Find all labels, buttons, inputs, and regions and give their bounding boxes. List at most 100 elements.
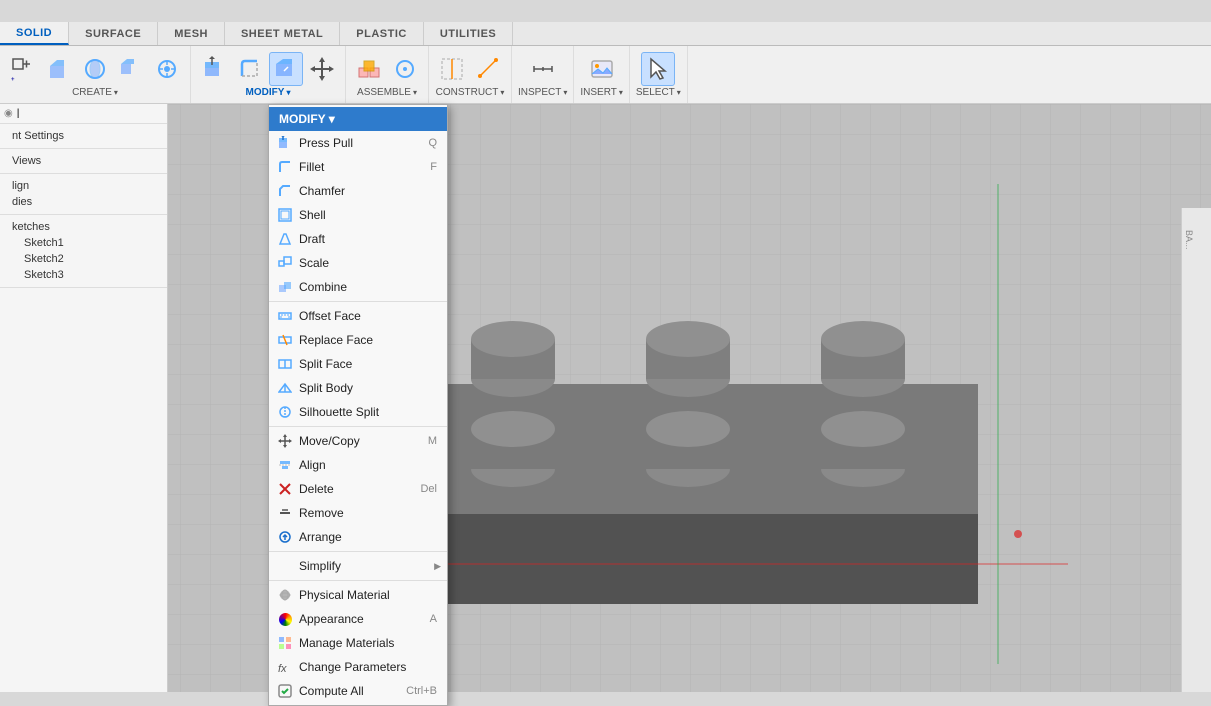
menu-item-fillet[interactable]: Fillet F xyxy=(269,155,447,179)
menu-item-press-pull[interactable]: Press Pull Q xyxy=(269,131,447,155)
toolbar-group-select: SELECT▾ xyxy=(630,46,688,103)
align-icon xyxy=(277,457,293,473)
tab-bar: SOLID SURFACE MESH SHEET METAL PLASTIC U… xyxy=(0,22,1211,46)
delete-shortcut: Del xyxy=(420,483,437,495)
move-copy-label: Move/Copy xyxy=(299,434,360,448)
workspace: BA... xyxy=(0,104,1211,692)
menu-item-split-face[interactable]: Split Face xyxy=(269,352,447,376)
insert-image-icon[interactable] xyxy=(585,52,619,86)
menu-item-physical-material[interactable]: Physical Material xyxy=(269,583,447,607)
new-component-icon[interactable]: + xyxy=(6,52,40,86)
create-label[interactable]: CREATE▾ xyxy=(72,87,118,98)
origin-label: lign xyxy=(12,180,29,192)
menu-sep-2 xyxy=(269,426,447,427)
measure-icon[interactable] xyxy=(526,52,560,86)
chamfer-icon xyxy=(277,183,293,199)
sidebar-item-origin[interactable]: lign xyxy=(8,178,159,194)
insert-label[interactable]: INSERT▾ xyxy=(580,87,623,98)
menu-sep-1 xyxy=(269,301,447,302)
modify-label[interactable]: MODIFY▾ xyxy=(246,87,291,98)
revolve-icon[interactable] xyxy=(78,52,112,86)
select-icon[interactable] xyxy=(641,52,675,86)
menu-item-shell[interactable]: Shell xyxy=(269,203,447,227)
sidebar-item-sketches-header[interactable]: ketches xyxy=(8,219,159,235)
menu-item-change-parameters[interactable]: fx Change Parameters xyxy=(269,655,447,679)
sidebar-item-sketch1[interactable]: Sketch1 xyxy=(8,235,159,251)
inspect-label[interactable]: INSPECT▾ xyxy=(518,87,567,98)
construct-icon1[interactable] xyxy=(435,52,469,86)
construct-icon2[interactable] xyxy=(471,52,505,86)
sketch3-label: Sketch3 xyxy=(24,269,64,281)
sidebar-section-sketches: ketches Sketch1 Sketch2 Sketch3 xyxy=(0,215,167,288)
remove-icon xyxy=(277,505,293,521)
fillet-toolbar-icon[interactable] xyxy=(233,52,267,86)
menu-item-split-body[interactable]: Split Body xyxy=(269,376,447,400)
menu-item-draft[interactable]: Draft xyxy=(269,227,447,251)
menu-item-silhouette-split[interactable]: Silhouette Split xyxy=(269,400,447,424)
compute-all-label: Compute All xyxy=(299,684,364,698)
move-copy-shortcut: M xyxy=(428,435,437,447)
tab-plastic[interactable]: PLASTIC xyxy=(340,22,424,45)
change-parameters-icon: fx xyxy=(277,659,293,675)
split-face-icon xyxy=(277,356,293,372)
modify-active-icon[interactable] xyxy=(269,52,303,86)
menu-item-remove[interactable]: Remove xyxy=(269,501,447,525)
menu-item-replace-face[interactable]: Replace Face xyxy=(269,328,447,352)
draft-label: Draft xyxy=(299,232,325,246)
press-pull-toolbar-icon[interactable] xyxy=(197,52,231,86)
scale-icon xyxy=(277,255,293,271)
press-pull-shortcut: Q xyxy=(428,137,437,149)
split-body-label: Split Body xyxy=(299,381,353,395)
tab-utilities[interactable]: UTILITIES xyxy=(424,22,513,45)
simplify-icon xyxy=(277,558,293,574)
menu-item-delete[interactable]: Delete Del xyxy=(269,477,447,501)
fillet-shortcut: F xyxy=(430,161,437,173)
extrude-icon[interactable] xyxy=(42,52,76,86)
construct-label[interactable]: CONSTRUCT▾ xyxy=(436,87,505,98)
silhouette-split-icon xyxy=(277,404,293,420)
menu-sep-4 xyxy=(269,580,447,581)
sketch2-label: Sketch2 xyxy=(24,253,64,265)
align-label: Align xyxy=(299,458,326,472)
sidebar-section-views: Views xyxy=(0,149,167,174)
create-more-icon[interactable] xyxy=(114,52,148,86)
sidebar-item-settings[interactable]: nt Settings xyxy=(8,128,159,144)
physical-material-label: Physical Material xyxy=(299,588,390,602)
appearance-shortcut: A xyxy=(430,613,437,625)
menu-item-arrange[interactable]: Arrange xyxy=(269,525,447,549)
menu-item-manage-materials[interactable]: Manage Materials xyxy=(269,631,447,655)
tab-surface[interactable]: SURFACE xyxy=(69,22,158,45)
assemble-icon[interactable] xyxy=(352,52,386,86)
sidebar-item-bodies[interactable]: dies xyxy=(8,194,159,210)
assemble-label[interactable]: ASSEMBLE▾ xyxy=(357,87,417,98)
sidebar-item-sketch3[interactable]: Sketch3 xyxy=(8,267,159,283)
remove-label: Remove xyxy=(299,506,344,520)
manage-materials-icon xyxy=(277,635,293,651)
menu-item-scale[interactable]: Scale xyxy=(269,251,447,275)
sidebar-item-views[interactable]: Views xyxy=(8,153,159,169)
tab-sheet-metal[interactable]: SHEET METAL xyxy=(225,22,340,45)
menu-item-align[interactable]: Align xyxy=(269,453,447,477)
menu-item-appearance[interactable]: Appearance A xyxy=(269,607,447,631)
menu-item-offset-face[interactable]: Offset Face xyxy=(269,304,447,328)
arrange-icon xyxy=(277,529,293,545)
menu-item-simplify[interactable]: Simplify xyxy=(269,554,447,578)
menu-item-combine[interactable]: Combine xyxy=(269,275,447,299)
press-pull-label: Press Pull xyxy=(299,136,353,150)
simplify-label: Simplify xyxy=(299,559,341,573)
tab-mesh[interactable]: MESH xyxy=(158,22,225,45)
move-copy-toolbar-icon[interactable] xyxy=(305,52,339,86)
select-label[interactable]: SELECT▾ xyxy=(636,87,681,98)
menu-item-chamfer[interactable]: Chamfer xyxy=(269,179,447,203)
sidebar-item-sketch2[interactable]: Sketch2 xyxy=(8,251,159,267)
menu-item-move-copy[interactable]: Move/Copy M xyxy=(269,429,447,453)
pattern-icon[interactable] xyxy=(150,52,184,86)
combine-label: Combine xyxy=(299,280,347,294)
modify-dropdown-menu: MODIFY ▾ Press Pull Q Fillet F Chamfer xyxy=(268,104,448,706)
bodies-label: dies xyxy=(12,196,32,208)
toolbar-group-create: + xyxy=(0,46,191,103)
toolbar-group-construct: CONSTRUCT▾ xyxy=(429,46,512,103)
menu-item-compute-all[interactable]: Compute All Ctrl+B xyxy=(269,679,447,703)
tab-solid[interactable]: SOLID xyxy=(0,22,69,45)
joint-icon[interactable] xyxy=(388,52,422,86)
